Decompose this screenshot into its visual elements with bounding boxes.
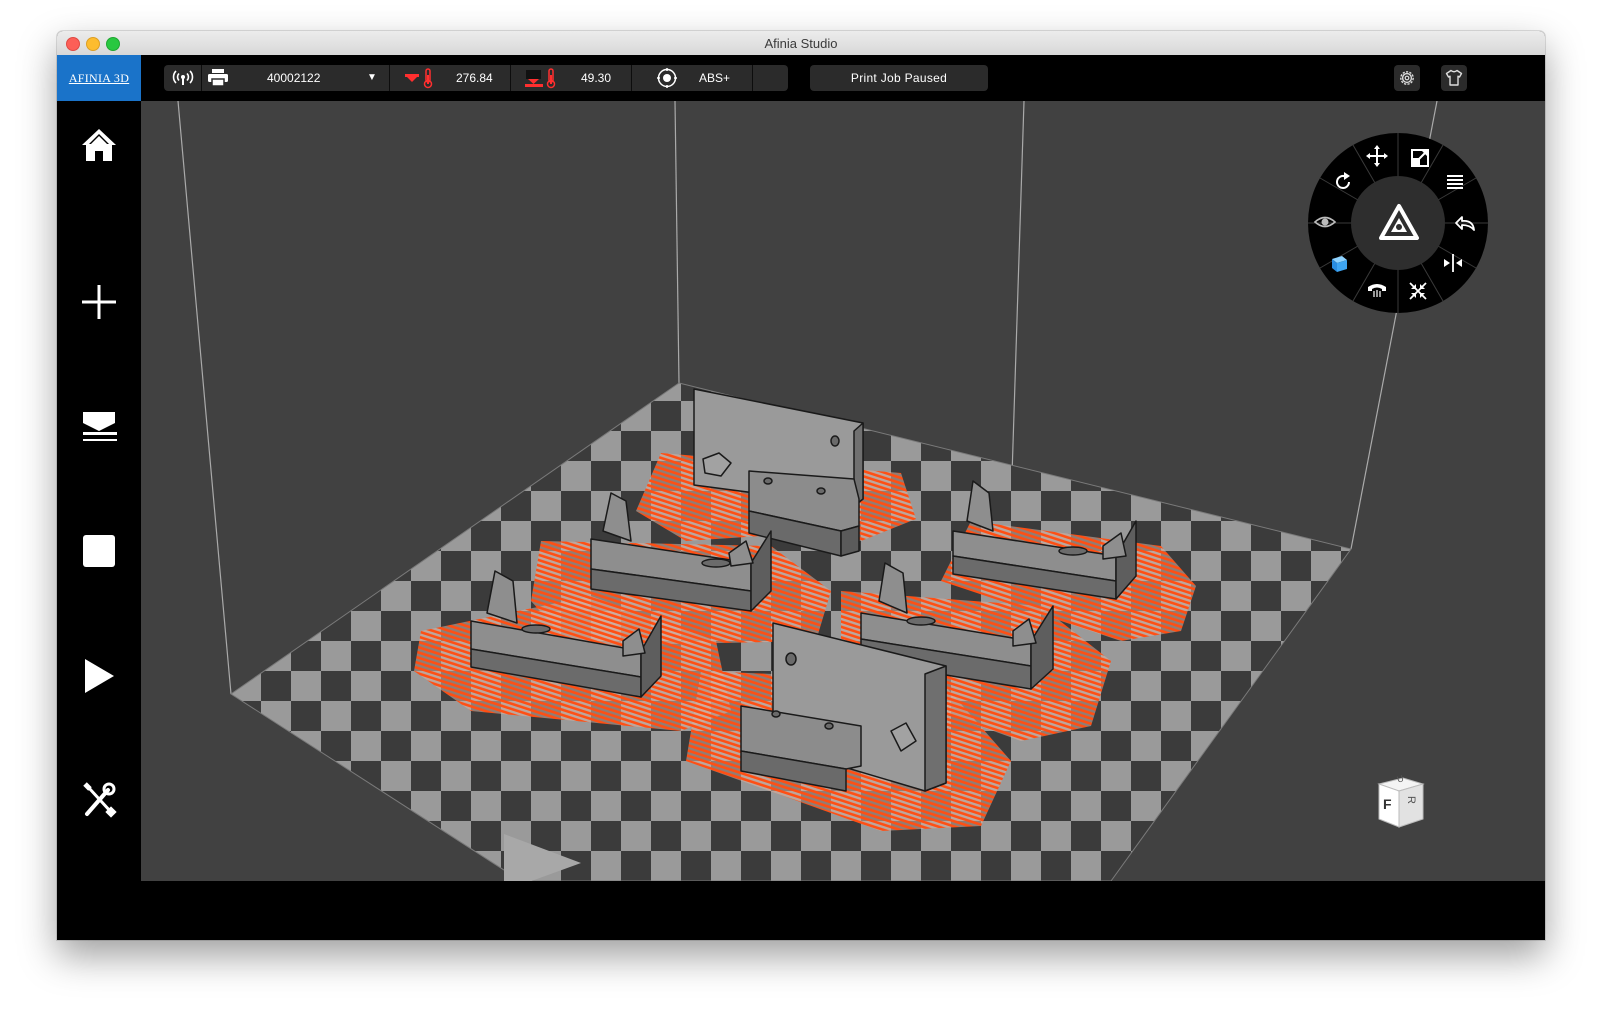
afinia-logo-button[interactable] [1379, 204, 1419, 240]
layers-icon [1447, 175, 1463, 189]
top-toolbar: AFINIA 3D 40002122 ▼ 276.84 49.30 ABS+ P… [57, 55, 1545, 101]
tool-dial [1307, 132, 1489, 314]
sidebar-item-add[interactable] [73, 276, 125, 328]
home-icon [82, 129, 116, 161]
window-title: Afinia Studio [764, 36, 838, 51]
chevron-down-icon[interactable]: ▼ [367, 65, 377, 91]
material-indicator[interactable]: ABS+ [632, 65, 753, 91]
afinia-logo[interactable]: AFINIA 3D [57, 55, 141, 101]
material-name: ABS+ [699, 71, 731, 85]
bed-temperature-value: 49.30 [581, 71, 612, 85]
sidebar-item-home[interactable] [73, 119, 125, 171]
t-shirt-icon [1445, 69, 1463, 86]
layflat-icon [83, 412, 117, 441]
undo-button[interactable] [1453, 211, 1477, 235]
plus-icon [82, 285, 116, 319]
scale-button[interactable] [1408, 146, 1432, 170]
mirror-button[interactable] [1441, 251, 1465, 275]
view-cube-front-face[interactable]: F [1383, 796, 1392, 812]
play-icon [85, 659, 114, 693]
view-cube-right-face[interactable]: R [1405, 796, 1417, 804]
center-icon [1409, 282, 1427, 300]
support-button[interactable] [1365, 278, 1389, 302]
printer-select[interactable]: 40002122 ▼ [201, 65, 390, 91]
rotate-icon [1336, 172, 1350, 189]
gear-icon [1400, 71, 1414, 85]
rotate-button[interactable] [1331, 170, 1355, 194]
support-icon [1368, 284, 1386, 297]
mirror-icon [1444, 254, 1462, 272]
sidebar-item-print[interactable] [73, 650, 125, 702]
visibility-button[interactable] [1313, 210, 1337, 234]
afinia-logo-icon [1379, 204, 1419, 240]
printer-icon [208, 69, 228, 87]
bed-temperature-icon [525, 68, 556, 89]
visibility-icon [1313, 216, 1337, 228]
sidebar-item-tools[interactable] [73, 774, 125, 826]
stop-icon [83, 535, 115, 567]
bed-temperature: 49.30 [511, 65, 632, 91]
move-icon [1366, 145, 1388, 167]
scale-icon [1411, 149, 1429, 167]
settings-button[interactable] [1394, 65, 1420, 91]
view-cube[interactable]: F U R [1373, 769, 1431, 831]
move-button[interactable] [1365, 144, 1389, 168]
wifi-signal-icon [172, 70, 194, 85]
printer-status-bar: 40002122 ▼ 276.84 49.30 ABS+ [164, 65, 788, 91]
solid-view-icon [1332, 256, 1347, 272]
center-button[interactable] [1406, 279, 1430, 303]
sidebar-item-layflat[interactable] [73, 401, 125, 453]
wifi-status[interactable] [164, 65, 202, 91]
wrench-screwdriver-icon [83, 782, 117, 818]
filament-spool-icon [657, 68, 677, 88]
solid-view-button[interactable] [1327, 251, 1351, 275]
undo-icon [1455, 216, 1475, 231]
bottom-bar [57, 881, 1545, 940]
app-window: Afinia Studio AFINIA 3D 40002122 ▼ 276.8… [57, 31, 1545, 940]
title-bar: Afinia Studio [57, 31, 1545, 56]
nozzle-temperature: 276.84 [390, 65, 511, 91]
account-button[interactable] [1441, 65, 1467, 91]
nozzle-temperature-value: 276.84 [456, 71, 493, 85]
sidebar-item-stop[interactable] [73, 525, 125, 577]
nozzle-temperature-icon [405, 68, 433, 89]
print-status-button[interactable]: Print Job Paused [810, 65, 988, 91]
3d-viewport[interactable]: F U R [141, 101, 1545, 881]
left-sidebar [57, 101, 141, 940]
printer-serial: 40002122 [267, 71, 321, 85]
layers-button[interactable] [1443, 170, 1467, 194]
